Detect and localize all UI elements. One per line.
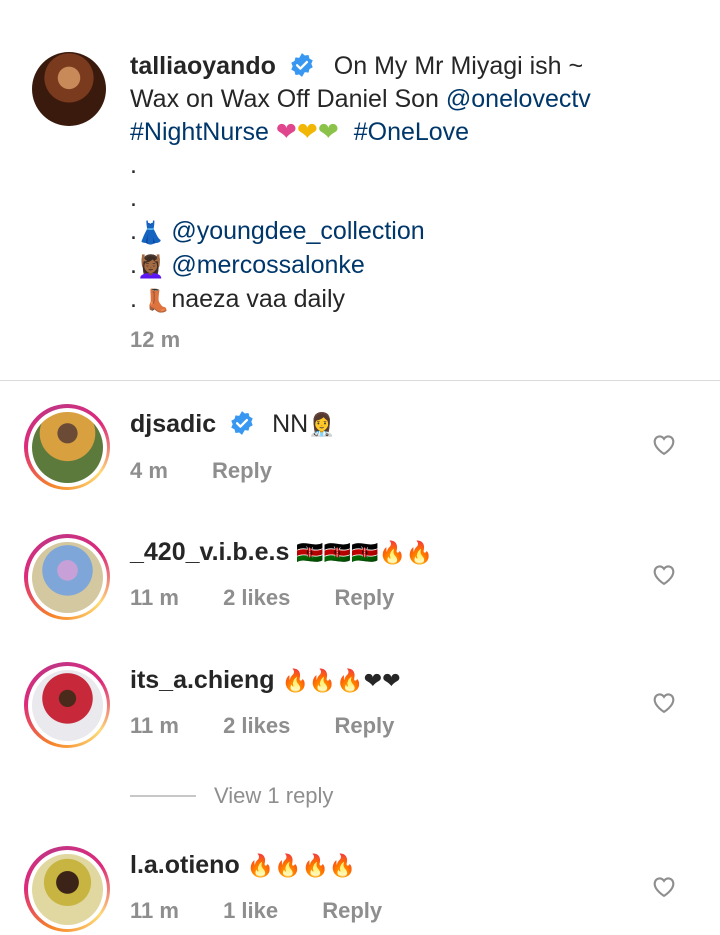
heart-pink-icon: ❤ xyxy=(275,118,297,146)
comment-username[interactable]: l.a.otieno xyxy=(130,851,240,879)
divider xyxy=(0,380,720,381)
comment-time: 11 m xyxy=(130,585,179,610)
like-heart-icon[interactable] xyxy=(650,430,678,458)
caption-dot-2: . xyxy=(130,184,137,212)
comment-row: l.a.otieno 🔥🔥🔥🔥 xyxy=(130,851,356,880)
reply-button[interactable]: Reply xyxy=(322,898,382,923)
nurse-icon: 👩‍⚕️ xyxy=(308,412,336,438)
caption-dot-5: . xyxy=(130,284,137,313)
comment-username[interactable]: _420_v.i.b.e.s xyxy=(130,538,289,566)
commenter-avatar[interactable] xyxy=(24,534,110,620)
mention-onelovectv[interactable]: @onelovectv xyxy=(446,85,591,113)
comment-row: djsadic NN👩‍⚕️ xyxy=(130,410,336,439)
hashtag-onelove[interactable]: #OneLove xyxy=(354,118,469,146)
commenter-avatar[interactable] xyxy=(24,404,110,490)
like-heart-icon[interactable] xyxy=(650,688,678,716)
heart-yellow-icon: ❤ xyxy=(296,118,318,146)
replies-line xyxy=(130,795,196,797)
like-heart-icon[interactable] xyxy=(650,560,678,588)
likes-count[interactable]: 2 likes xyxy=(223,713,290,738)
comment-username[interactable]: djsadic xyxy=(130,410,216,438)
caption-dot-1: . xyxy=(130,151,137,179)
dress-icon: 👗 xyxy=(136,219,165,245)
heart-green-icon: ❤ xyxy=(317,118,339,146)
post-timestamp: 12 m xyxy=(130,327,181,352)
commenter-avatar[interactable] xyxy=(24,846,110,932)
comment-row: its_a.chieng 🔥🔥🔥❤❤ xyxy=(130,666,401,695)
like-heart-icon[interactable] xyxy=(650,872,678,900)
fire-icons: 🔥🔥🔥🔥 xyxy=(246,853,357,879)
comment-row: _420_v.i.b.e.s 🇰🇪🇰🇪🇰🇪🔥🔥 xyxy=(130,538,433,567)
comment-text: NN xyxy=(272,410,309,438)
caption-dot-4: . xyxy=(130,250,137,279)
reply-button[interactable]: Reply xyxy=(212,458,272,483)
commenter-avatar[interactable] xyxy=(24,662,110,748)
comment-username[interactable]: its_a.chieng xyxy=(130,666,275,694)
reply-button[interactable]: Reply xyxy=(334,713,394,738)
comment-time: 11 m xyxy=(130,898,179,923)
kenya-flag-fire-icons: 🇰🇪🇰🇪🇰🇪🔥🔥 xyxy=(296,540,434,566)
verified-badge-icon xyxy=(289,52,315,78)
mention-youngdee-collection[interactable]: @youngdee_collection xyxy=(171,217,424,245)
caption-line-1: On My Mr Miyagi ish ~ xyxy=(333,52,584,80)
caption-dot-3: . xyxy=(130,217,137,245)
comment-time: 4 m xyxy=(130,458,168,483)
reply-button[interactable]: Reply xyxy=(334,585,394,610)
view-replies-button[interactable]: View 1 reply xyxy=(214,783,333,809)
caption-line-last: naeza vaa daily xyxy=(171,284,346,313)
likes-count[interactable]: 2 likes xyxy=(223,585,290,610)
comment-time: 11 m xyxy=(130,713,179,738)
likes-count[interactable]: 1 like xyxy=(223,898,278,923)
salon-icon: 💆🏾‍♀️ xyxy=(136,253,165,279)
post-author-avatar[interactable] xyxy=(32,52,106,126)
post-author-username[interactable]: talliaoyando xyxy=(130,52,276,80)
verified-badge-icon xyxy=(229,410,255,436)
boots-icon: 👢 xyxy=(143,287,172,313)
caption-line-2: Wax on Wax Off Daniel Son xyxy=(130,85,439,113)
post-caption: talliaoyando On My Mr Miyagi ish ~ Wax o… xyxy=(130,50,690,317)
mention-mercossalonke[interactable]: @mercossalonke xyxy=(171,251,365,279)
hashtag-nightnurse[interactable]: #NightNurse xyxy=(130,118,269,146)
fire-heart-icons: 🔥🔥🔥❤❤ xyxy=(281,668,401,694)
